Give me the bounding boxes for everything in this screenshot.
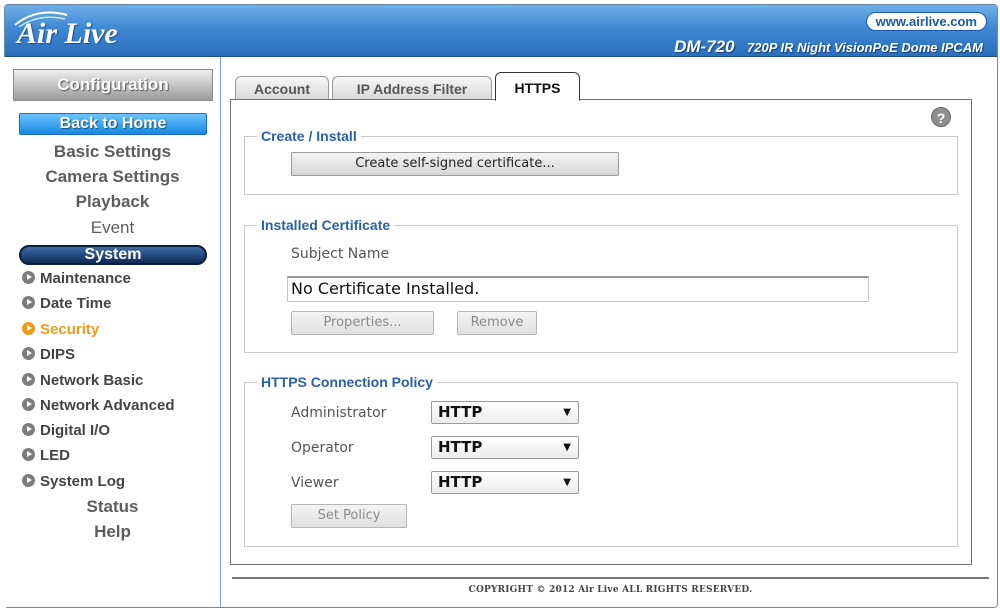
model-description: 720P IR Night VisionPoE Dome IPCAM <box>747 40 983 55</box>
sidebar-item-playback[interactable]: Playback <box>4 192 221 212</box>
administrator-label: Administrator <box>291 405 387 421</box>
play-circle-icon <box>22 296 35 309</box>
select-value: HTTP <box>438 438 483 456</box>
section-legend: HTTPS Connection Policy <box>257 374 437 390</box>
sidebar-subitem-dips[interactable]: DIPS <box>22 346 75 363</box>
dropdown-arrow-icon: ▼ <box>563 477 571 488</box>
play-circle-icon <box>22 423 35 436</box>
set-policy-button[interactable]: Set Policy <box>291 504 407 528</box>
dropdown-arrow-icon: ▼ <box>563 407 571 418</box>
https-connection-policy-section: HTTPS Connection Policy Administrator HT… <box>244 374 958 547</box>
play-circle-icon <box>22 373 35 386</box>
sidebar-subitem-date-time[interactable]: Date Time <box>22 295 111 312</box>
help-icon[interactable]: ? <box>931 107 951 127</box>
subitem-label: LED <box>40 447 70 464</box>
airlive-logo: Air Live <box>17 17 118 50</box>
operator-select[interactable]: HTTP ▼ <box>431 436 579 459</box>
viewer-label: Viewer <box>291 475 339 491</box>
model-name: DM-720 <box>674 37 735 56</box>
sidebar-item-system[interactable]: System <box>19 245 207 265</box>
play-circle-icon <box>22 448 35 461</box>
header-banner: Air Live www.airlive.com DM-720 720P IR … <box>5 5 997 57</box>
subitem-label: System Log <box>40 473 126 490</box>
copyright-footer: COPYRIGHT © 2012 Air Live ALL RIGHTS RES… <box>468 585 753 595</box>
tab-ip-address-filter[interactable]: IP Address Filter <box>332 76 492 100</box>
sidebar-item-help[interactable]: Help <box>4 522 221 542</box>
model-title: DM-720 720P IR Night VisionPoE Dome IPCA… <box>674 37 983 57</box>
section-legend: Installed Certificate <box>257 217 395 233</box>
play-circle-icon <box>22 271 35 284</box>
sidebar-item-event[interactable]: Event <box>4 218 221 238</box>
select-value: HTTP <box>438 403 483 421</box>
website-link[interactable]: www.airlive.com <box>865 12 987 31</box>
subitem-label: Maintenance <box>40 270 131 287</box>
play-circle-icon <box>22 398 35 411</box>
remove-button[interactable]: Remove <box>457 311 537 335</box>
play-circle-icon <box>22 322 35 335</box>
sidebar: Configuration Back to Home Basic Setting… <box>4 57 221 607</box>
properties-button[interactable]: Properties... <box>291 311 434 335</box>
viewer-select[interactable]: HTTP ▼ <box>431 471 579 494</box>
subject-name-label: Subject Name <box>291 246 390 262</box>
configuration-title: Configuration <box>13 69 213 101</box>
create-certificate-button[interactable]: Create self-signed certificate... <box>291 152 619 176</box>
subitem-label: Network Basic <box>40 372 144 389</box>
sidebar-subitem-system-log[interactable]: System Log <box>22 473 125 490</box>
sidebar-subitem-security[interactable]: Security <box>22 321 99 338</box>
installed-certificate-section: Installed Certificate Subject Name No Ce… <box>244 217 958 353</box>
play-circle-icon <box>22 347 35 360</box>
create-install-section: Create / Install Create self-signed cert… <box>244 128 958 195</box>
footer-divider <box>232 577 989 579</box>
section-legend: Create / Install <box>257 128 361 144</box>
dropdown-arrow-icon: ▼ <box>563 442 571 453</box>
operator-label: Operator <box>291 440 354 456</box>
tab-https[interactable]: HTTPS <box>495 72 580 101</box>
subitem-label: Date Time <box>40 295 112 312</box>
sidebar-item-basic-settings[interactable]: Basic Settings <box>4 142 221 162</box>
tab-account[interactable]: Account <box>235 76 329 100</box>
select-value: HTTP <box>438 473 483 491</box>
sidebar-subitem-network-basic[interactable]: Network Basic <box>22 372 143 389</box>
sidebar-subitem-digital-io[interactable]: Digital I/O <box>22 422 110 439</box>
subitem-label: Digital I/O <box>40 422 111 439</box>
sidebar-item-camera-settings[interactable]: Camera Settings <box>4 167 221 187</box>
sidebar-subitem-maintenance[interactable]: Maintenance <box>22 270 131 287</box>
subject-name-field[interactable]: No Certificate Installed. <box>287 276 869 302</box>
subitem-label: Security <box>40 321 100 338</box>
play-circle-icon <box>22 474 35 487</box>
sidebar-item-status[interactable]: Status <box>4 497 221 517</box>
sidebar-subitem-led[interactable]: LED <box>22 447 70 464</box>
sidebar-subitem-network-advanced[interactable]: Network Advanced <box>22 397 174 414</box>
subitem-label: Network Advanced <box>40 397 175 414</box>
administrator-select[interactable]: HTTP ▼ <box>431 401 579 424</box>
subitem-label: DIPS <box>40 346 76 363</box>
back-to-home-button[interactable]: Back to Home <box>19 113 207 135</box>
